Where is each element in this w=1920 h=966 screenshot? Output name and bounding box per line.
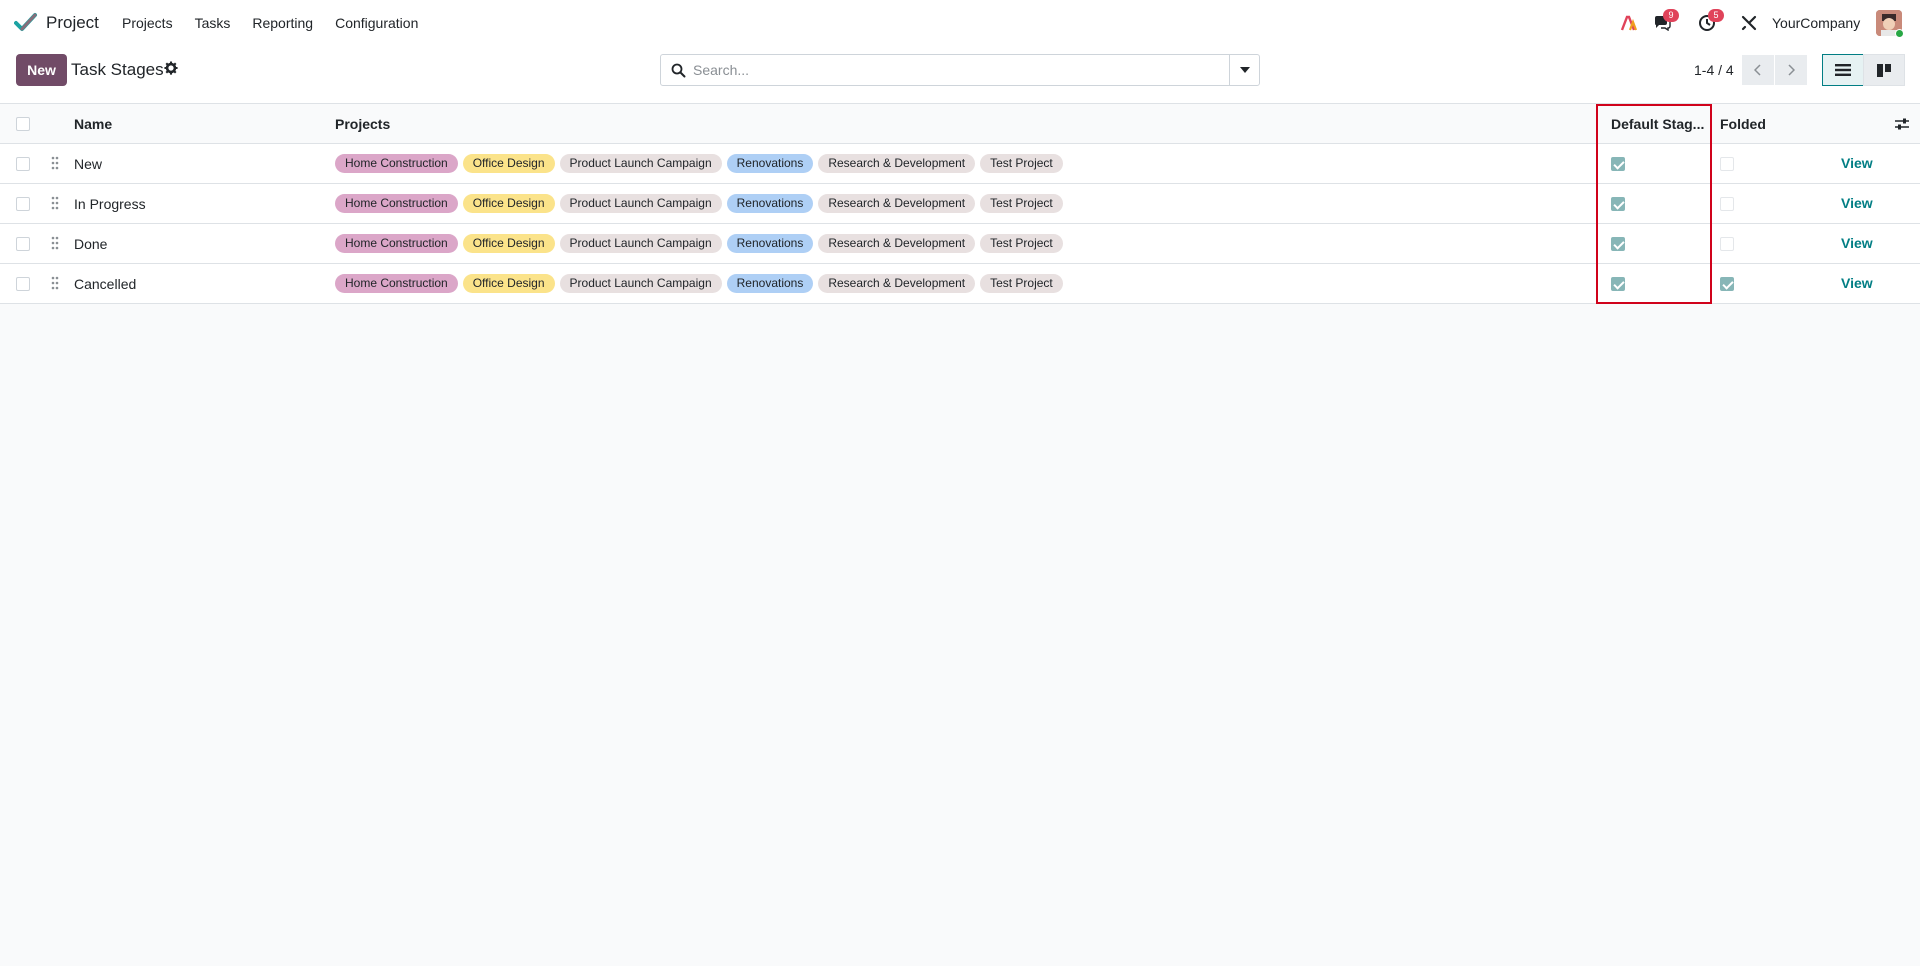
ai-assistant-icon[interactable] bbox=[1618, 12, 1640, 34]
project-tag: Office Design bbox=[462, 154, 555, 173]
optional-columns-icon[interactable] bbox=[1894, 116, 1910, 132]
project-tag: Research & Development bbox=[818, 194, 976, 213]
project-tag: Research & Development bbox=[818, 274, 976, 293]
caret-down-icon bbox=[1239, 67, 1250, 73]
list-view-button[interactable] bbox=[1822, 54, 1864, 86]
project-tag: Test Project bbox=[980, 154, 1063, 173]
kanban-icon bbox=[1877, 63, 1891, 77]
row-select-checkbox[interactable] bbox=[16, 197, 30, 211]
table-row[interactable]: Done Home Construction Office Design Produc… bbox=[0, 224, 1920, 264]
row-select-checkbox[interactable] bbox=[16, 277, 30, 291]
project-tag: Home Construction bbox=[335, 234, 458, 253]
company-name[interactable]: YourCompany bbox=[1772, 15, 1860, 31]
project-tags: Home Construction Office Design Product La… bbox=[335, 154, 1063, 173]
search-options-toggle[interactable] bbox=[1229, 55, 1259, 85]
default-stage-checkbox[interactable] bbox=[1611, 237, 1625, 251]
row-select-checkbox[interactable] bbox=[16, 157, 30, 171]
table-row[interactable]: Cancelled Home Construction Office Design P… bbox=[0, 264, 1920, 304]
stages-table: Name Projects Default Stag... Folded New… bbox=[0, 104, 1920, 304]
stage-name[interactable]: In Progress bbox=[74, 196, 146, 212]
default-stage-checkbox[interactable] bbox=[1611, 197, 1625, 211]
messages-icon[interactable]: 9 bbox=[1651, 9, 1679, 34]
stage-name[interactable]: Done bbox=[74, 236, 107, 252]
control-panel: New Task Stages 1-4 / 4 bbox=[0, 46, 1920, 104]
project-tag: Renovations bbox=[726, 154, 814, 173]
select-all-checkbox[interactable] bbox=[16, 117, 30, 131]
search-bar bbox=[660, 54, 1260, 86]
pager-value[interactable]: 1-4 / 4 bbox=[1694, 62, 1734, 78]
search-input[interactable] bbox=[693, 60, 1223, 80]
project-tag: Office Design bbox=[462, 274, 555, 293]
column-name[interactable]: Name bbox=[74, 116, 112, 132]
drag-handle-icon[interactable] bbox=[51, 196, 61, 210]
view-button[interactable]: View bbox=[1841, 155, 1873, 171]
page-title: Task Stages bbox=[71, 60, 164, 79]
project-tag: Home Construction bbox=[335, 154, 458, 173]
column-folded[interactable]: Folded bbox=[1720, 116, 1766, 132]
project-tag: Home Construction bbox=[335, 274, 458, 293]
folded-checkbox[interactable] bbox=[1720, 157, 1734, 171]
project-tag: Renovations bbox=[726, 234, 814, 253]
debug-tools-icon[interactable] bbox=[1738, 12, 1760, 34]
top-navbar: Project Projects Tasks Reporting Configu… bbox=[0, 0, 1920, 46]
table-row[interactable]: New Home Construction Office Design Product… bbox=[0, 144, 1920, 184]
project-tag: Renovations bbox=[726, 194, 814, 213]
chevron-left-icon bbox=[1754, 64, 1761, 76]
default-stage-checkbox[interactable] bbox=[1611, 277, 1625, 291]
table-row[interactable]: In Progress Home Construction Office Desig… bbox=[0, 184, 1920, 224]
project-tag: Test Project bbox=[980, 274, 1063, 293]
search-icon bbox=[671, 63, 686, 78]
pager-previous-button[interactable] bbox=[1742, 55, 1774, 85]
activity-clock-icon[interactable]: 5 bbox=[1696, 9, 1724, 34]
menu-projects[interactable]: Projects bbox=[122, 15, 173, 31]
table-body: New Home Construction Office Design Product… bbox=[0, 144, 1920, 304]
column-projects[interactable]: Projects bbox=[335, 116, 390, 132]
project-tag: Product Launch Campaign bbox=[559, 234, 722, 253]
drag-handle-icon[interactable] bbox=[51, 156, 61, 170]
project-tag: Product Launch Campaign bbox=[559, 154, 722, 173]
project-tag: Office Design bbox=[462, 234, 555, 253]
menu-tasks[interactable]: Tasks bbox=[195, 15, 231, 31]
project-tag: Test Project bbox=[980, 194, 1063, 213]
menu-configuration[interactable]: Configuration bbox=[335, 15, 418, 31]
menu-reporting[interactable]: Reporting bbox=[252, 15, 313, 31]
folded-checkbox[interactable] bbox=[1720, 237, 1734, 251]
folded-checkbox[interactable] bbox=[1720, 277, 1734, 291]
app-name[interactable]: Project bbox=[46, 13, 99, 33]
pager-next-button[interactable] bbox=[1775, 55, 1807, 85]
project-tags: Home Construction Office Design Product La… bbox=[335, 274, 1063, 293]
stage-name[interactable]: Cancelled bbox=[74, 276, 136, 292]
project-tags: Home Construction Office Design Product La… bbox=[335, 194, 1063, 213]
view-button[interactable]: View bbox=[1841, 275, 1873, 291]
messages-badge: 9 bbox=[1663, 9, 1679, 22]
project-tag: Research & Development bbox=[818, 234, 976, 253]
table-header: Name Projects Default Stag... Folded bbox=[0, 104, 1920, 144]
list-icon bbox=[1835, 64, 1851, 76]
project-tag: Home Construction bbox=[335, 194, 458, 213]
drag-handle-icon[interactable] bbox=[51, 276, 61, 290]
project-tags: Home Construction Office Design Product La… bbox=[335, 234, 1063, 253]
row-select-checkbox[interactable] bbox=[16, 237, 30, 251]
column-default-stage[interactable]: Default Stag... bbox=[1611, 116, 1704, 132]
project-tag: Product Launch Campaign bbox=[559, 194, 722, 213]
project-tag: Office Design bbox=[462, 194, 555, 213]
default-stage-checkbox[interactable] bbox=[1611, 157, 1625, 171]
view-button[interactable]: View bbox=[1841, 235, 1873, 251]
stage-name[interactable]: New bbox=[74, 156, 102, 172]
project-tag: Renovations bbox=[726, 274, 814, 293]
new-button[interactable]: New bbox=[16, 54, 67, 86]
view-button[interactable]: View bbox=[1841, 195, 1873, 211]
project-tag: Product Launch Campaign bbox=[559, 274, 722, 293]
chevron-right-icon bbox=[1788, 64, 1795, 76]
online-status-dot bbox=[1895, 29, 1904, 38]
activity-badge: 5 bbox=[1708, 9, 1724, 22]
project-tag: Research & Development bbox=[818, 154, 976, 173]
folded-checkbox[interactable] bbox=[1720, 197, 1734, 211]
project-app-icon[interactable] bbox=[14, 12, 38, 34]
kanban-view-button[interactable] bbox=[1863, 54, 1905, 86]
gear-icon[interactable] bbox=[164, 61, 180, 77]
project-tag: Test Project bbox=[980, 234, 1063, 253]
main-menu: Projects Tasks Reporting Configuration bbox=[122, 15, 440, 31]
drag-handle-icon[interactable] bbox=[51, 236, 61, 250]
